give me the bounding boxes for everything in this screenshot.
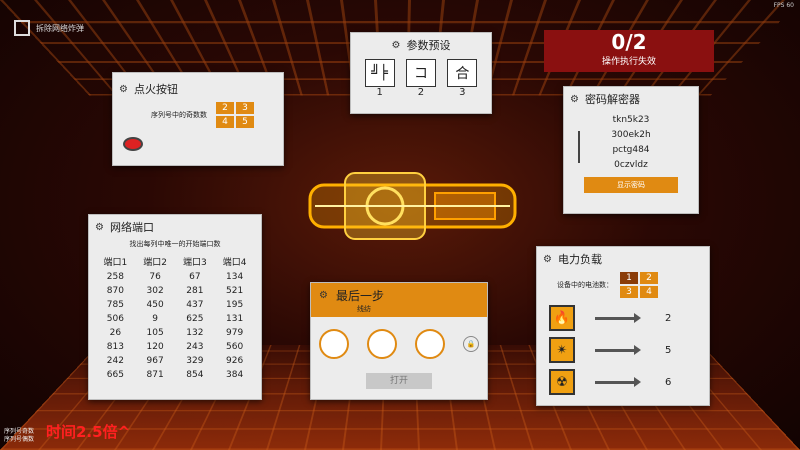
- bug-icon: ⚙: [392, 40, 401, 51]
- ignition-button[interactable]: [123, 137, 143, 151]
- params-panel: ⚙ 参数预设 ╝╞ 1 コ2 合3: [350, 32, 492, 114]
- bomb-device-graphic: [305, 165, 520, 247]
- arrow-right-icon: [595, 381, 635, 384]
- final-subtitle: 线纺: [319, 304, 479, 314]
- decoder-title: 密码解密器: [585, 91, 640, 107]
- ignition-panel: ⚙ 点火按钮 序列号中的奇数数 23 45: [112, 72, 284, 166]
- serial-info: 序列号奇数 序列号偶数: [4, 428, 34, 444]
- ignition-btn-2[interactable]: 3: [236, 102, 254, 114]
- code-2: 300ek2h: [564, 128, 698, 143]
- bug-icon: ⚙: [319, 290, 328, 301]
- port-header: 端口2: [135, 253, 175, 270]
- laser-hazard-icon: ✴: [549, 337, 575, 363]
- table-row: 242 967 329 926: [96, 354, 255, 368]
- power-row-1: 🔥 2: [537, 299, 709, 331]
- bug-icon: ⚙: [95, 222, 104, 233]
- wire-slot-1[interactable]: [319, 329, 349, 359]
- frame-icon: [14, 20, 30, 36]
- ports-hint: 找出每列中唯一的开始端口数: [89, 239, 261, 249]
- table-row: 258 76 67 134: [96, 270, 255, 284]
- bug-icon: ⚙: [570, 94, 579, 105]
- arrow-right-icon: [595, 349, 635, 352]
- final-title: 最后一步: [336, 287, 384, 304]
- ports-title: 网络端口: [110, 219, 154, 235]
- table-row: 665 871 854 384: [96, 368, 255, 382]
- table-row: 870 302 281 521: [96, 284, 255, 298]
- fire-hazard-icon: 🔥: [549, 305, 575, 331]
- power-row-3: ☢ 6: [537, 363, 709, 395]
- status-score: 0/2: [544, 30, 714, 54]
- param-option-3[interactable]: 合3: [447, 59, 477, 98]
- show-code-button[interactable]: 显示密码: [584, 177, 678, 193]
- status-box: 0/2 操作执行失效: [544, 30, 714, 72]
- battery-btn-1[interactable]: 1: [620, 272, 638, 284]
- bomb-device[interactable]: [305, 165, 520, 247]
- port-header: 端口4: [215, 253, 255, 270]
- fps-counter: FPS 60: [774, 2, 794, 9]
- power-row-2: ✴ 5: [537, 331, 709, 363]
- code-3: pctg484: [564, 143, 698, 158]
- arrow-down-icon: [578, 131, 580, 163]
- decoder-panel: ⚙ 密码解密器 tkn5k23 300ek2h pctg484 0czvldz 显…: [563, 86, 699, 214]
- param-glyph-2[interactable]: コ: [406, 59, 436, 87]
- power-panel: ⚙ 电力负载 设备中的电池数： 12 34 🔥 2 ✴ 5 ☢ 6: [536, 246, 710, 406]
- ports-table: 端口1 端口2 端口3 端口4 258 76 67 134 870 302 281 521 …: [96, 253, 255, 382]
- open-button[interactable]: 打开: [366, 373, 432, 389]
- ignition-btn-1[interactable]: 2: [216, 102, 234, 114]
- code-4: 0czvldz: [564, 158, 698, 173]
- final-step-panel: ⚙ 最后一步 线纺 🔒 打开: [310, 282, 488, 400]
- lock-icon: 🔒: [463, 336, 479, 352]
- bug-icon: ⚙: [119, 84, 128, 95]
- table-row: 506 9 625 131: [96, 312, 255, 326]
- speed-indicator: 时间2.5倍^: [46, 421, 130, 442]
- status-label: 操作执行失效: [544, 54, 714, 67]
- ignition-title: 点火按钮: [134, 81, 178, 97]
- radiation-hazard-icon: ☢: [549, 369, 575, 395]
- code-1: tkn5k23: [564, 113, 698, 128]
- power-title: 电力负载: [558, 251, 602, 267]
- battery-btn-4[interactable]: 4: [640, 286, 658, 298]
- wire-slot-3[interactable]: [415, 329, 445, 359]
- battery-btn-3[interactable]: 3: [620, 286, 638, 298]
- arrow-right-icon: [595, 317, 635, 320]
- port-header: 端口3: [175, 253, 215, 270]
- power-hint: 设备中的电池数：: [557, 280, 613, 290]
- param-option-1[interactable]: ╝╞ 1: [365, 59, 395, 98]
- param-glyph-1[interactable]: ╝╞: [365, 59, 395, 87]
- params-title: 参数预设: [406, 37, 450, 53]
- ignition-btn-4[interactable]: 5: [236, 116, 254, 128]
- ports-panel: ⚙ 网络端口 找出每列中唯一的开始端口数 端口1 端口2 端口3 端口4 258 7…: [88, 214, 262, 400]
- param-option-2[interactable]: コ2: [406, 59, 436, 98]
- ignition-btn-3[interactable]: 4: [216, 116, 234, 128]
- table-row: 26 105 132 979: [96, 326, 255, 340]
- table-row: 785 450 437 195: [96, 298, 255, 312]
- param-glyph-3[interactable]: 合: [447, 59, 477, 87]
- wire-slot-2[interactable]: [367, 329, 397, 359]
- table-row: 813 120 243 560: [96, 340, 255, 354]
- battery-btn-2[interactable]: 2: [640, 272, 658, 284]
- ignition-hint: 序列号中的奇数数: [151, 110, 207, 120]
- bug-icon: ⚙: [543, 254, 552, 265]
- port-header: 端口1: [96, 253, 136, 270]
- mission-title: 拆除网络炸弹: [14, 20, 84, 36]
